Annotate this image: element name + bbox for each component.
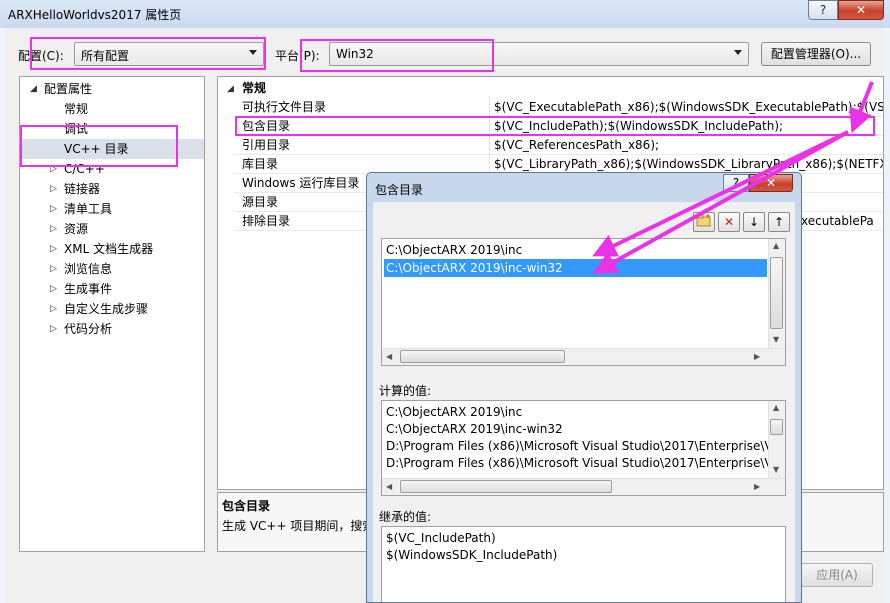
grid-row-name: 源目录 (242, 195, 279, 209)
description-text: 生成 VC++ 项目期间，搜索 (222, 519, 375, 533)
tree-item-label: XML 文档生成器 (64, 242, 154, 256)
arrow-down-icon: ↓ (748, 215, 760, 229)
collapsed-triangle-icon: ▷ (50, 204, 57, 214)
highlight-box-platform (300, 39, 494, 72)
grid-row[interactable]: 可执行文件目录 $(VC_ExecutablePath_x86);$(Windo… (218, 98, 884, 117)
scroll-right-icon: ▶ (754, 482, 761, 491)
window-titlebar: ARXHelloWorldvs2017 属性页 ? ✕ (0, 0, 890, 28)
scroll-left-icon: ◀ (386, 352, 393, 361)
scroll-down-icon: ▼ (773, 335, 780, 344)
tree-item-label: 清单工具 (64, 202, 113, 216)
highlight-box-vc-dirs (20, 125, 178, 167)
scroll-thumb[interactable] (400, 480, 612, 493)
computed-values-label: 计算的值: (379, 384, 432, 398)
horizontal-scrollbar[interactable]: ◀ ▶ (382, 478, 785, 495)
dialog-body: ✕ ↓ ↑ C:\ObjectARX 2019\inc C:\ObjectARX… (373, 202, 795, 602)
list-item: C:\ObjectARX 2019\inc (386, 405, 523, 419)
tree-item-general[interactable]: 常规 (20, 99, 204, 119)
scroll-thumb[interactable] (400, 350, 565, 363)
description-title: 包含目录 (222, 499, 271, 513)
inherited-values-label: 继承的值: (379, 510, 432, 524)
collapsed-triangle-icon: ▷ (50, 284, 57, 294)
grid-row-name: 排除目录 (242, 214, 291, 228)
help-button[interactable]: ? (808, 0, 838, 20)
scroll-thumb[interactable] (770, 419, 783, 435)
list-item: C:\ObjectARX 2019\inc-win32 (386, 422, 563, 436)
dialog-close-button[interactable]: ✕ (749, 174, 793, 192)
new-folder-icon (696, 214, 711, 227)
grid-row-name: 可执行文件目录 (242, 100, 327, 114)
apply-button[interactable]: 应用(A) (801, 563, 873, 587)
tree-item-label: 配置属性 (44, 82, 93, 96)
scroll-right-icon: ▶ (754, 352, 761, 361)
move-down-button[interactable]: ↓ (743, 212, 765, 232)
tree-item-code-analysis[interactable]: ▷ 代码分析 (20, 319, 204, 339)
grid-row-name: Windows 运行库目录 (242, 176, 360, 190)
delete-line-button[interactable]: ✕ (718, 212, 740, 232)
include-dirs-dialog: 包含目录 ? ✕ ✕ ↓ ↑ C:\ObjectARX 2019\inc C:\… (366, 172, 802, 603)
horizontal-scrollbar[interactable]: ◀ ▶ (382, 348, 785, 365)
expanded-triangle-icon: ◢ (227, 84, 234, 94)
grid-row-name: 引用目录 (242, 138, 291, 152)
expanded-triangle-icon: ◢ (30, 84, 37, 94)
collapsed-triangle-icon: ▷ (50, 224, 57, 234)
delete-icon: ✕ (723, 215, 735, 229)
list-item[interactable]: C:\ObjectARX 2019\inc (384, 241, 767, 259)
list-item: $(VC_IncludePath) (386, 531, 496, 545)
vertical-scrollbar[interactable]: ▲ ▼ (768, 239, 785, 348)
collapsed-triangle-icon: ▷ (50, 184, 57, 194)
include-paths-list[interactable]: C:\ObjectARX 2019\inc C:\ObjectARX 2019\… (381, 238, 786, 366)
collapsed-triangle-icon: ▷ (50, 324, 57, 334)
tree-item-label: 浏览信息 (64, 262, 113, 276)
grid-section-general[interactable]: ◢ 常规 (218, 79, 883, 98)
collapsed-triangle-icon: ▷ (50, 264, 57, 274)
dialog-help-button[interactable]: ? (723, 174, 749, 192)
computed-values-list[interactable]: C:\ObjectARX 2019\inc C:\ObjectARX 2019\… (381, 400, 786, 496)
tree-item-resources[interactable]: ▷ 资源 (20, 219, 204, 239)
highlight-box-include-row (235, 116, 875, 136)
tree-item-label: 链接器 (64, 182, 101, 196)
close-button[interactable]: ✕ (838, 0, 884, 20)
scroll-thumb[interactable] (770, 257, 783, 329)
tree-item-label: 代码分析 (64, 322, 113, 336)
tree-item-manifest-tool[interactable]: ▷ 清单工具 (20, 199, 204, 219)
tree-item-custom-build[interactable]: ▷ 自定义生成步骤 (20, 299, 204, 319)
tree-item-root[interactable]: ◢ 配置属性 (20, 79, 204, 99)
list-item: D:\Program Files (x86)\Microsoft Visual … (386, 439, 773, 453)
grid-row-value: xecutablePa (801, 214, 874, 228)
dialog-title: 包含目录 (375, 183, 424, 197)
grid-row-value: $(VC_ExecutablePath_x86);$(WindowsSDK_Ex… (494, 100, 884, 114)
grid-row-value: $(VC_ReferencesPath_x86); (494, 138, 660, 152)
scroll-up-icon: ▲ (773, 403, 780, 412)
list-item: D:\Program Files (x86)\Microsoft Visual … (386, 456, 773, 470)
window-title: ARXHelloWorldvs2017 属性页 (8, 8, 182, 22)
tree-item-label: 资源 (64, 222, 89, 236)
vertical-scrollbar[interactable]: ▲ ▼ (768, 401, 785, 478)
tree-item-label: 生成事件 (64, 282, 113, 296)
tree-item-linker[interactable]: ▷ 链接器 (20, 179, 204, 199)
collapsed-triangle-icon: ▷ (50, 244, 57, 254)
tree-item-xml-doc[interactable]: ▷ XML 文档生成器 (20, 239, 204, 259)
grid-row-name: 库目录 (242, 157, 279, 171)
move-up-button[interactable]: ↑ (768, 212, 790, 232)
arrow-up-icon: ↑ (773, 215, 785, 229)
scroll-left-icon: ◀ (386, 482, 393, 491)
inherited-values-list[interactable]: $(VC_IncludePath) $(WindowsSDK_IncludePa… (381, 526, 786, 602)
config-manager-button[interactable]: 配置管理器(O)... (761, 42, 871, 66)
scroll-up-icon: ▲ (773, 241, 780, 250)
list-item: $(WindowsSDK_IncludePath) (386, 548, 558, 562)
tree-item-label: 自定义生成步骤 (64, 302, 149, 316)
list-item-selected[interactable]: C:\ObjectARX 2019\inc-win32 (384, 259, 767, 277)
tree-item-browse-info[interactable]: ▷ 浏览信息 (20, 259, 204, 279)
chevron-down-icon (734, 50, 742, 55)
section-label: 常规 (242, 81, 267, 95)
grid-row[interactable]: 引用目录 $(VC_ReferencesPath_x86); (218, 136, 883, 155)
new-line-button[interactable] (693, 212, 715, 232)
tree-item-label: 常规 (64, 102, 89, 116)
tree-item-build-events[interactable]: ▷ 生成事件 (20, 279, 204, 299)
scroll-down-icon: ▼ (773, 465, 780, 474)
highlight-box-config (30, 37, 266, 70)
collapsed-triangle-icon: ▷ (50, 304, 57, 314)
